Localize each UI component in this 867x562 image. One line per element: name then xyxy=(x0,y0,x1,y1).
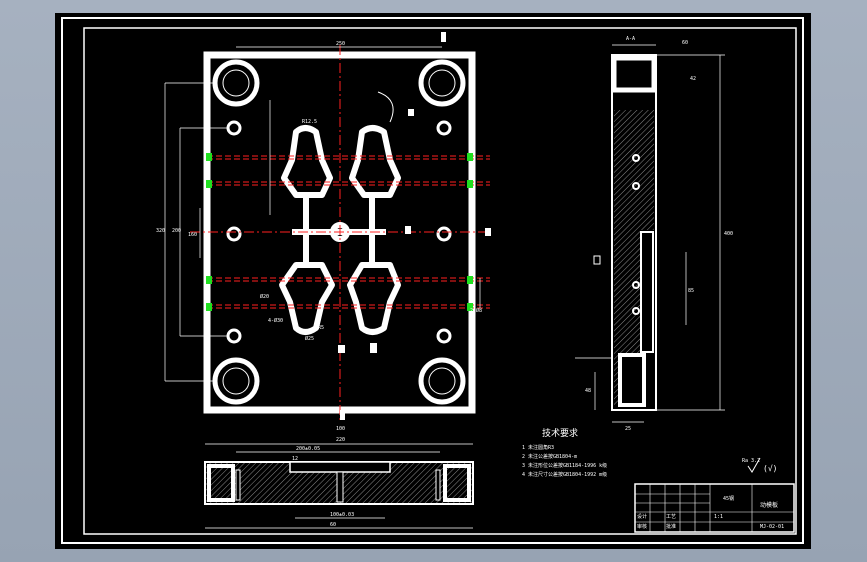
title-row-2: 工艺 xyxy=(666,514,676,520)
dim-side-2: 60 xyxy=(682,40,688,46)
dim-front-10: 100 xyxy=(336,426,345,432)
tech-note-4: 4 未注尺寸公差按GB1804-1992 m级 xyxy=(522,471,607,478)
side-view-pocket xyxy=(618,353,646,407)
title-scale: 1:1 xyxy=(714,514,723,520)
dim-bottom-0: 220 xyxy=(336,437,345,443)
tech-note-3: 3 未注形位公差按GB1184-1996 k级 xyxy=(522,462,607,469)
dim-front-1: 320 xyxy=(156,228,165,234)
dim-side-0: A-A xyxy=(626,36,635,42)
dim-front-7: R5 xyxy=(318,325,324,331)
side-view-hatch-upper xyxy=(614,110,654,230)
bottom-view-recess xyxy=(289,461,391,473)
dim-side-3: 400 xyxy=(724,231,733,237)
dim-front-2: 200 xyxy=(172,228,181,234)
dim-bottom-2: 100±0.03 xyxy=(330,512,354,518)
title-row-0: 设计 xyxy=(637,513,647,520)
cad-drawing-canvas[interactable]: 250 320 200 160 R12.5 Ø20 4-Ø30 R5 2-Ø8 … xyxy=(0,0,867,562)
tech-note-2: 2 未注公差按GB1804-m xyxy=(522,453,577,460)
dim-bottom-1: 200±0.05 xyxy=(296,446,320,452)
title-drawing-no: MJ-02-01 xyxy=(760,524,784,530)
dim-front-5: Ø20 xyxy=(260,293,269,300)
bottom-view-slot-center xyxy=(336,471,344,503)
dim-front-9: Ø25 xyxy=(305,335,314,342)
dim-side-6: 48 xyxy=(585,388,591,394)
dim-side-1: 42 xyxy=(690,76,696,82)
dim-side-5: 25 xyxy=(625,426,631,432)
title-part-name: 动模板 xyxy=(760,501,778,509)
dim-bottom-3: 12 xyxy=(292,456,298,462)
dim-front-8: 2-Ø8 xyxy=(470,307,482,314)
dim-front-4: R12.5 xyxy=(302,119,317,125)
roughness-bracket: (√) xyxy=(763,464,777,473)
title-row-3: 批准 xyxy=(666,523,676,530)
dim-bottom-4: 60 xyxy=(330,522,336,528)
bottom-view-slot-left xyxy=(235,469,241,501)
title-material: 45钢 xyxy=(723,495,734,502)
tech-note-1: 1 未注圆角R3 xyxy=(522,444,554,451)
dim-front-0: 250 xyxy=(336,41,345,47)
bottom-view-slot-right xyxy=(435,469,441,501)
title-row-1: 审核 xyxy=(637,523,647,530)
tech-title: 技术要求 xyxy=(542,427,578,439)
roughness-text: Ra 3.2 xyxy=(742,458,760,464)
dim-front-3: 160 xyxy=(188,232,197,238)
dim-front-6: 4-Ø30 xyxy=(268,317,283,324)
dim-side-4: 85 xyxy=(688,288,694,294)
